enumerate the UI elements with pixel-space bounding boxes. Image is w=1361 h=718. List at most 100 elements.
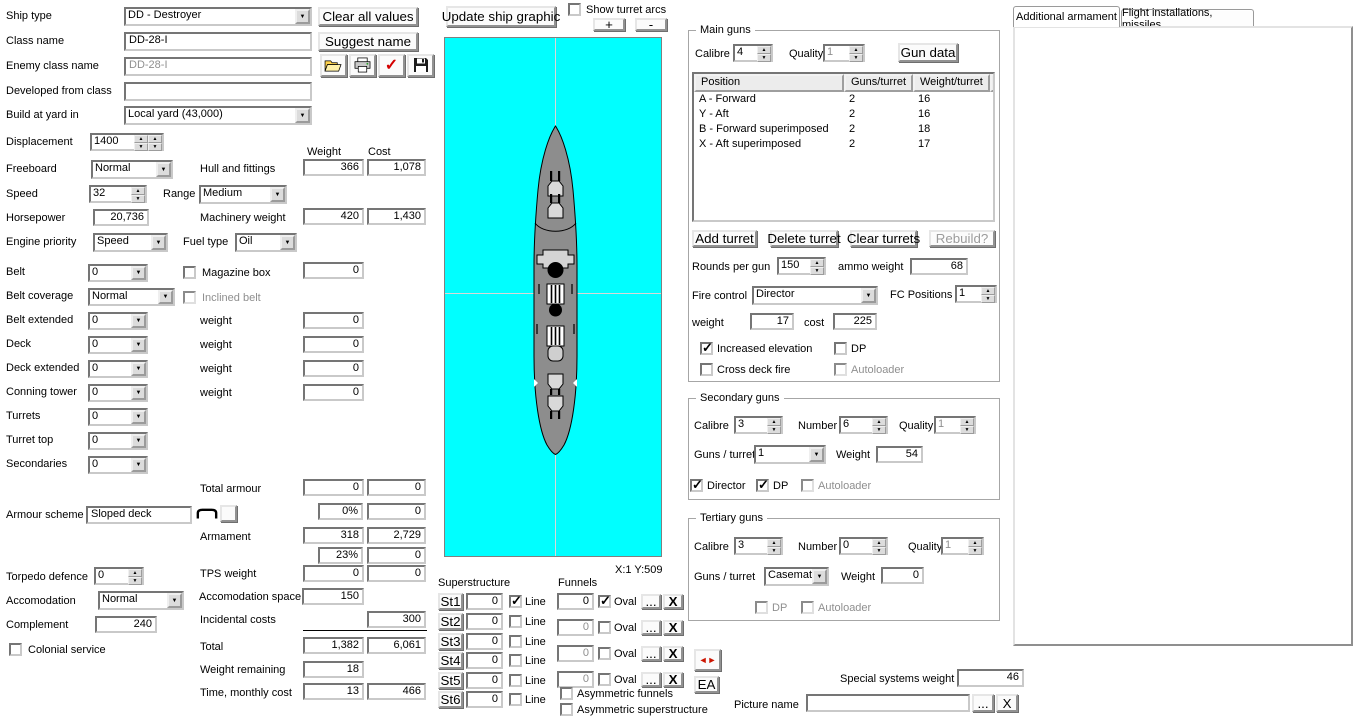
st2-value[interactable]: 0 (466, 613, 503, 630)
dropdown-arrow-icon[interactable] (131, 458, 146, 472)
spin-down-icon[interactable] (757, 54, 771, 62)
speed-stepper[interactable]: 32 (89, 185, 147, 203)
zoom-out-button[interactable]: - (635, 18, 667, 31)
st5-line-checkbox[interactable] (509, 674, 522, 687)
spin-up-icon[interactable] (810, 259, 824, 267)
table-row[interactable]: B - Forward superimposed 2 18 (694, 122, 993, 137)
secondary-dp-checkbox[interactable] (756, 477, 769, 493)
conning-tower-select[interactable]: 0 (88, 384, 148, 402)
spin-down-icon[interactable] (767, 547, 781, 555)
inclined-belt-checkbox[interactable] (183, 291, 196, 304)
dropdown-arrow-icon[interactable] (131, 338, 146, 352)
st3-button[interactable]: St3 (438, 633, 463, 650)
st4-line-checkbox[interactable] (509, 654, 522, 667)
increased-elevation-checkbox[interactable] (700, 340, 713, 356)
funnel3-delete-button[interactable]: X (663, 646, 683, 661)
spin-down-icon[interactable] (134, 143, 148, 151)
range-select[interactable]: Medium (199, 185, 287, 204)
spin-down-icon[interactable] (131, 195, 145, 203)
main-guns-table-header[interactable]: Position Guns/turret Weight/turret (694, 74, 993, 92)
cross-deck-fire-checkbox[interactable] (700, 363, 713, 376)
funnel1-value[interactable]: 0 (557, 593, 594, 610)
st4-button[interactable]: St4 (438, 652, 463, 669)
spin-down-icon[interactable] (872, 426, 886, 434)
rounds-per-gun-stepper[interactable]: 150 (777, 257, 826, 275)
table-row[interactable]: Y - Aft 2 16 (694, 107, 993, 122)
spin-up-icon[interactable] (134, 135, 148, 143)
freeboard-select[interactable]: Normal (91, 160, 173, 179)
funnel1-oval-checkbox[interactable] (598, 593, 611, 609)
st6-button[interactable]: St6 (438, 691, 463, 708)
st1-value[interactable]: 0 (466, 593, 503, 610)
ea-button[interactable]: EA (694, 676, 719, 693)
st1-line-checkbox[interactable] (509, 593, 522, 609)
tertiary-quality-stepper[interactable]: 1 (941, 537, 984, 555)
spin-down-icon[interactable] (960, 426, 974, 434)
spin-up-icon[interactable] (128, 569, 142, 577)
dropdown-arrow-icon[interactable] (812, 569, 827, 584)
secondaries-select[interactable]: 0 (88, 456, 148, 474)
dropdown-arrow-icon[interactable] (295, 9, 310, 24)
st3-value[interactable]: 0 (466, 633, 503, 650)
spin-up-icon[interactable] (757, 46, 771, 54)
spin-up-icon[interactable] (767, 418, 781, 426)
spin-up-icon[interactable] (148, 135, 162, 143)
spin-up-icon[interactable] (960, 418, 974, 426)
torpedo-defence-stepper[interactable]: 0 (94, 567, 144, 585)
turrets-select[interactable]: 0 (88, 408, 148, 426)
funnel4-delete-button[interactable]: X (663, 672, 683, 687)
tertiary-calibre-stepper[interactable]: 3 (734, 537, 783, 555)
funnel4-value[interactable]: 0 (557, 671, 594, 688)
dropdown-arrow-icon[interactable] (295, 108, 310, 123)
spin-up-icon[interactable] (849, 46, 863, 54)
fire-control-select[interactable]: Director (752, 286, 878, 305)
dropdown-arrow-icon[interactable] (861, 288, 876, 303)
gun-data-button[interactable]: Gun data (898, 43, 958, 62)
spin-down-icon[interactable] (968, 547, 982, 555)
st6-line-checkbox[interactable] (509, 693, 522, 706)
belt-coverage-select[interactable]: Normal (88, 288, 175, 306)
spin-down-icon[interactable] (849, 54, 863, 62)
dropdown-arrow-icon[interactable] (131, 314, 146, 328)
tab-flight-installations[interactable]: Flight installations, missiles (1121, 7, 1254, 31)
dropdown-arrow-icon[interactable] (131, 266, 146, 280)
picture-clear-button[interactable]: X (996, 694, 1018, 712)
dropdown-arrow-icon[interactable] (167, 593, 182, 608)
main-calibre-stepper[interactable]: 4 (733, 44, 773, 62)
dropdown-arrow-icon[interactable] (158, 290, 173, 304)
st5-value[interactable]: 0 (466, 672, 503, 689)
spin-down-icon[interactable] (872, 547, 886, 555)
turret-top-select[interactable]: 0 (88, 432, 148, 450)
fc-positions-stepper[interactable]: 1 (955, 285, 997, 303)
spin-up-icon[interactable] (981, 287, 995, 295)
table-row[interactable]: X - Aft superimposed 2 17 (694, 137, 993, 152)
st5-button[interactable]: St5 (438, 672, 463, 689)
picture-name-input[interactable] (806, 694, 970, 712)
displacement-stepper[interactable]: 1400 (90, 133, 164, 151)
ship-type-select[interactable]: DD - Destroyer (124, 7, 312, 26)
funnel3-value[interactable]: 0 (557, 645, 594, 662)
st1-button[interactable]: St1 (438, 593, 463, 610)
funnel1-more-button[interactable]: ... (641, 594, 661, 609)
dropdown-arrow-icon[interactable] (809, 447, 824, 462)
st2-button[interactable]: St2 (438, 613, 463, 630)
dropdown-arrow-icon[interactable] (131, 434, 146, 448)
belt-extended-select[interactable]: 0 (88, 312, 148, 330)
class-name-input[interactable]: DD-28-I (124, 32, 312, 51)
tertiary-number-stepper[interactable]: 0 (839, 537, 888, 555)
funnel4-more-button[interactable]: ... (641, 672, 661, 687)
clear-turrets-button[interactable]: Clear turrets (847, 230, 920, 247)
deck-select[interactable]: 0 (88, 336, 148, 354)
mirror-ship-button[interactable]: ◄► (694, 649, 721, 671)
zoom-in-button[interactable]: + (593, 18, 625, 31)
accomodation-select[interactable]: Normal (98, 591, 184, 610)
secondary-calibre-stepper[interactable]: 3 (734, 416, 783, 434)
secondary-quality-stepper[interactable]: 1 (934, 416, 976, 434)
main-dp-checkbox[interactable] (834, 342, 847, 355)
main-guns-table[interactable]: Position Guns/turret Weight/turret A - F… (692, 72, 995, 222)
enemy-class-name-input[interactable]: DD-28-I (124, 57, 312, 76)
tab-additional-armament[interactable]: Additional armament (1013, 6, 1120, 27)
spin-down-icon[interactable] (148, 143, 162, 151)
dropdown-arrow-icon[interactable] (280, 235, 295, 250)
funnel1-delete-button[interactable]: X (663, 594, 683, 609)
